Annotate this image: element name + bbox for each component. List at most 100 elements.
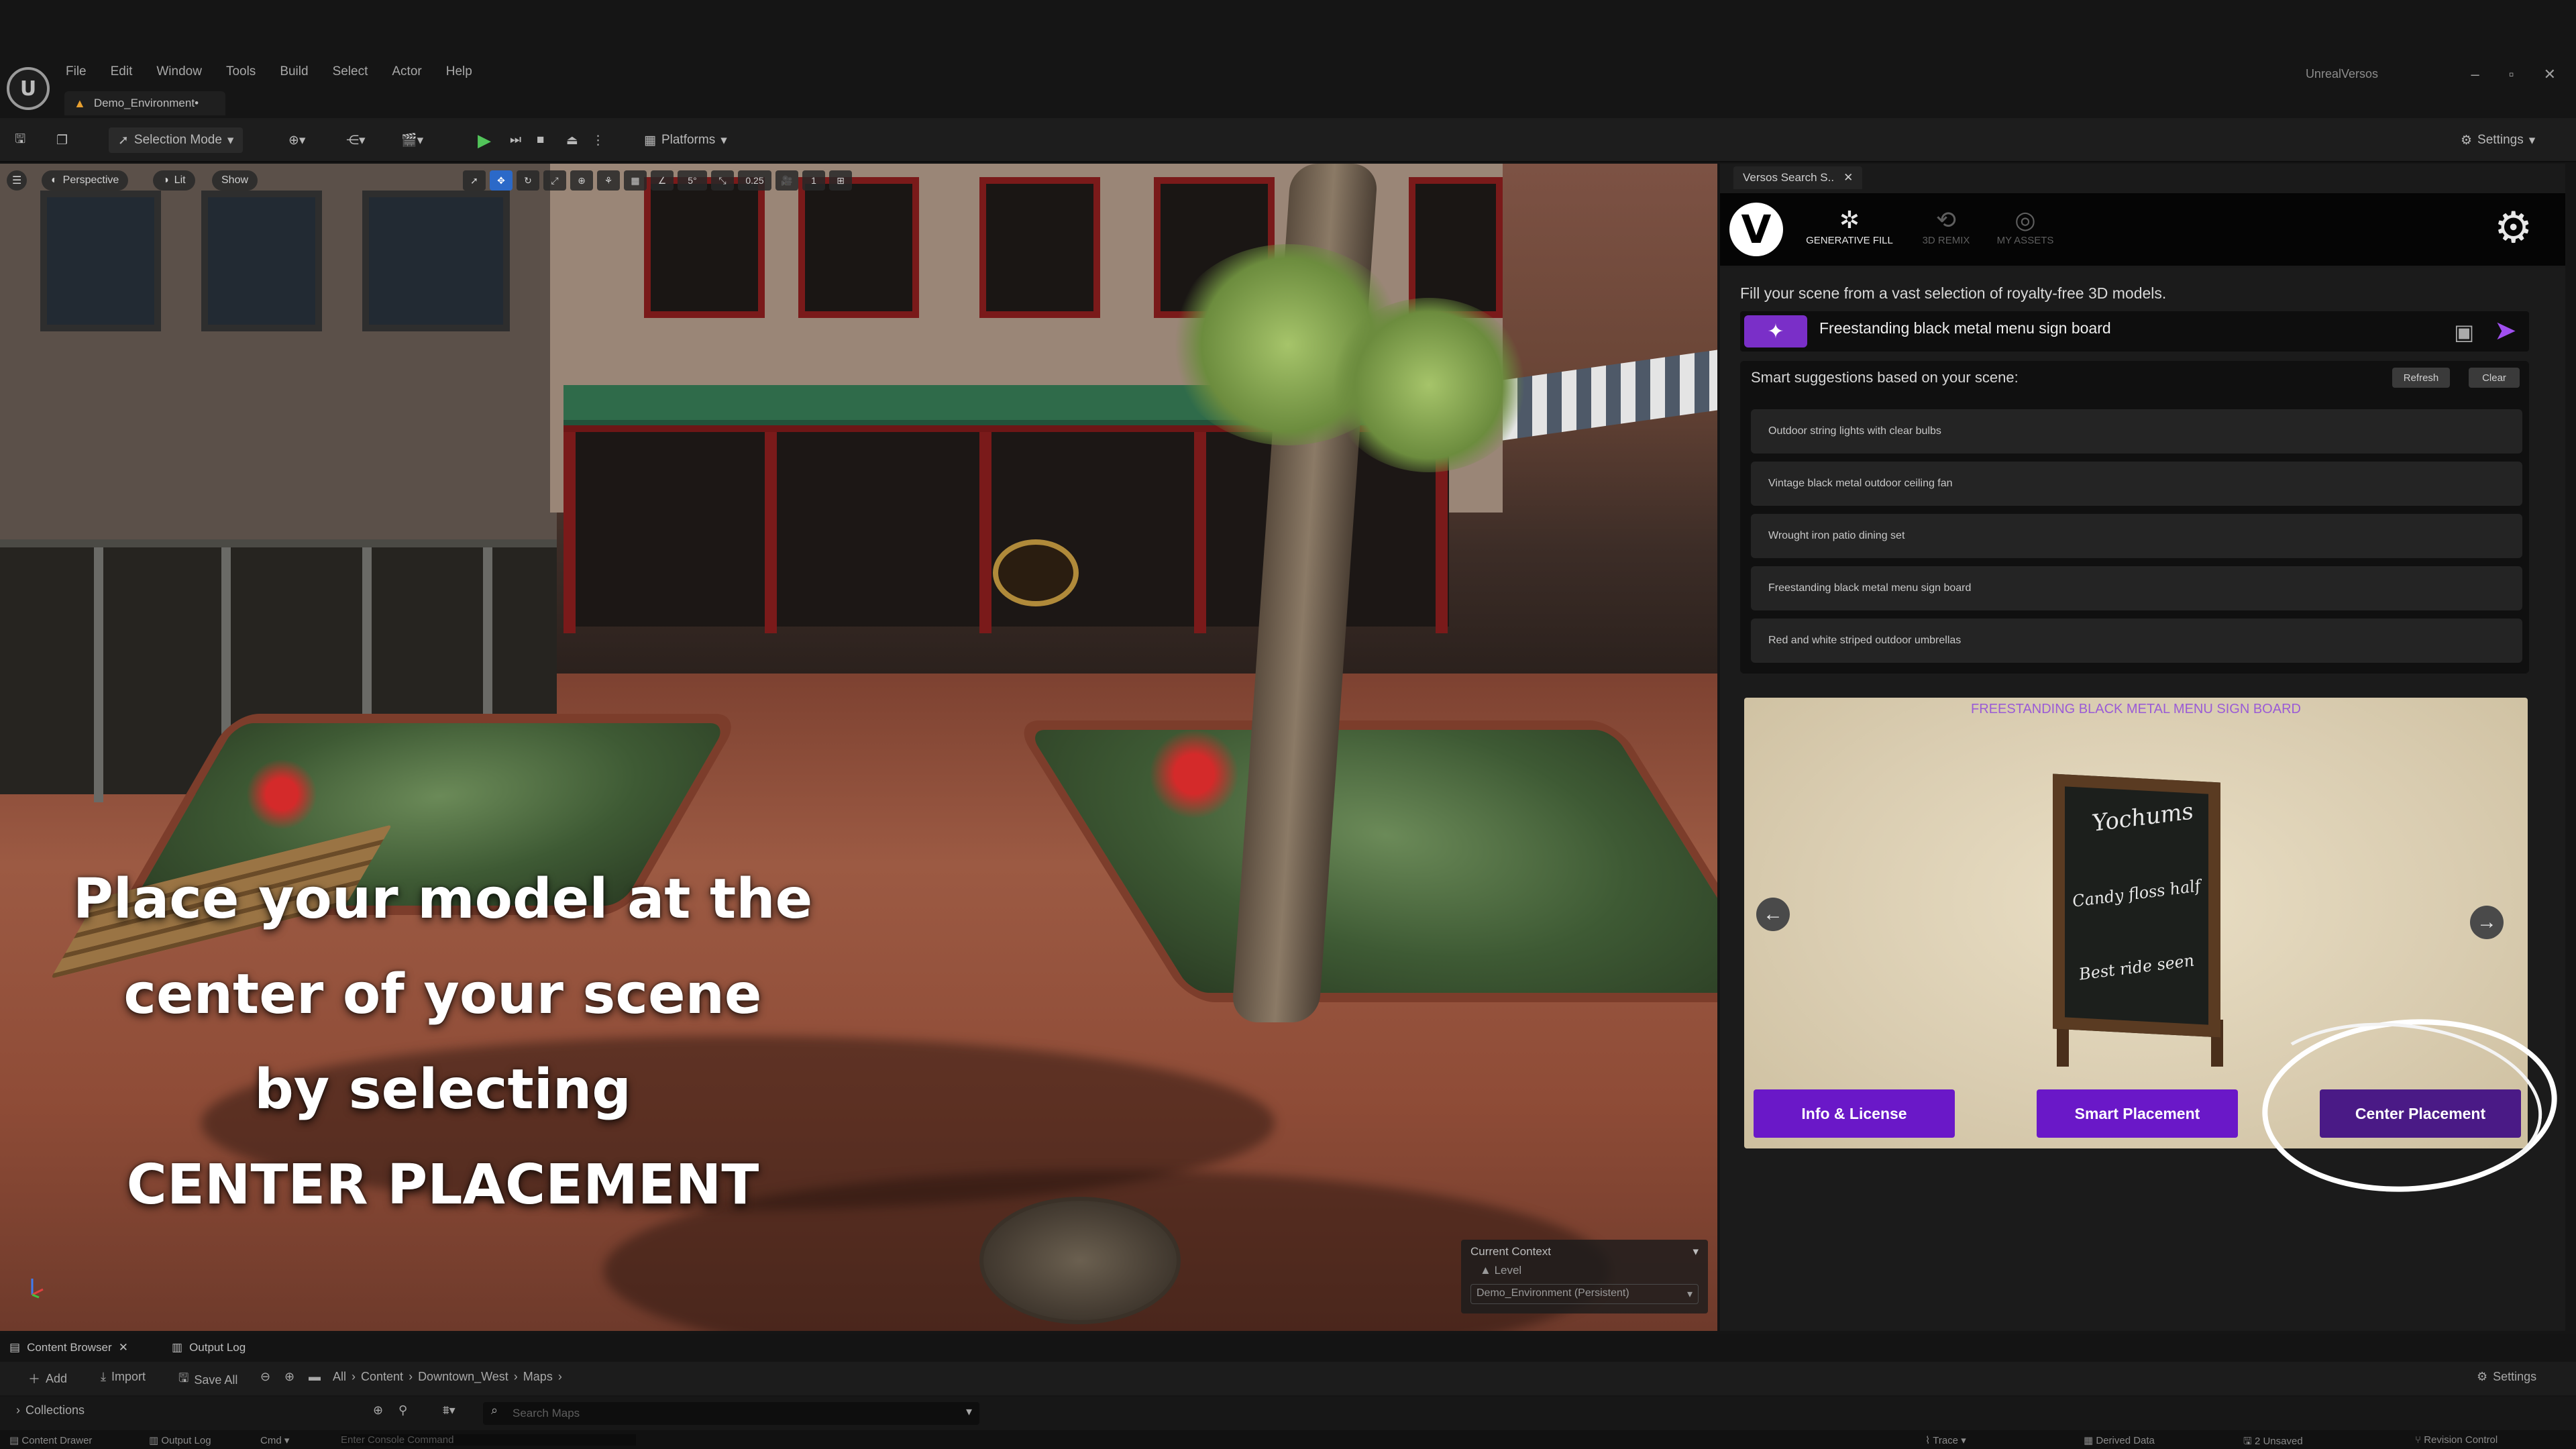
level-dropdown[interactable]: Demo_Environment (Persistent) ▾	[1470, 1284, 1699, 1304]
close-tab-icon[interactable]: ✕	[1843, 171, 1853, 184]
content-drawer-button[interactable]: ▤ Content Drawer	[9, 1434, 92, 1446]
viewport-transform-tools: ➚ ✥ ↻ ⤢ ⊕ ⚘ ▦ ∠ 5° ⤡ 0.25 🎥 1 ⊞	[463, 170, 852, 191]
search-collection-icon[interactable]: ⚲	[398, 1403, 407, 1417]
rotation-snap-icon[interactable]: ∠	[651, 170, 674, 191]
stop-icon[interactable]: ■	[537, 127, 544, 153]
suggestion-item[interactable]: Freestanding black metal menu sign board	[1751, 566, 2522, 610]
close-tab-icon[interactable]: ✕	[119, 1341, 128, 1354]
rotate-tool-icon[interactable]: ↻	[517, 170, 539, 191]
save-icon[interactable]: 🖫	[15, 127, 25, 153]
suggestion-item[interactable]: Red and white striped outdoor umbrellas	[1751, 619, 2522, 663]
platforms-dropdown[interactable]: ▦ Platforms ▾	[644, 127, 727, 153]
select-tool-icon[interactable]: ➚	[463, 170, 486, 191]
history-back-icon[interactable]: ⊖	[260, 1370, 270, 1384]
save-all-button[interactable]: 🖫 Save All	[178, 1370, 237, 1390]
viewport-menu-icon[interactable]: ☰	[7, 170, 28, 191]
cinematics-icon[interactable]: 🎬▾	[401, 127, 423, 153]
step-icon[interactable]: ⏭	[510, 127, 521, 153]
close-window-button[interactable]: ✕	[2544, 66, 2556, 83]
menu-edit[interactable]: Edit	[111, 64, 133, 79]
scale-tool-icon[interactable]: ⤢	[543, 170, 566, 191]
document-tab[interactable]: ▲ Demo_Environment•	[64, 91, 225, 115]
image-upload-icon[interactable]: ▣	[2454, 319, 2474, 345]
camera-speed-value[interactable]: 1	[802, 170, 825, 191]
import-button[interactable]: ⤓ Import	[101, 1370, 146, 1384]
add-actor-icon[interactable]: ⊕▾	[288, 127, 305, 153]
panel-settings-gear-icon[interactable]: ⚙	[2494, 204, 2532, 251]
menu-actor[interactable]: Actor	[392, 64, 421, 79]
scale-snap-icon[interactable]: ⤡	[711, 170, 734, 191]
smart-placement-button[interactable]: Smart Placement	[2037, 1089, 2238, 1138]
suggestion-item[interactable]: Outdoor string lights with clear bulbs	[1751, 409, 2522, 453]
nav-generative-fill[interactable]: ✲ GENERATIVE FILL	[1799, 205, 1900, 246]
rotation-snap-value[interactable]: 5°	[678, 170, 707, 191]
breadcrumb-separator-icon: ›	[557, 1370, 562, 1383]
output-log-button[interactable]: ▥ Output Log	[149, 1434, 211, 1446]
eject-icon[interactable]: ⏏	[566, 127, 578, 153]
refresh-button[interactable]: Refresh	[2392, 368, 2450, 388]
previous-model-button[interactable]: ←	[1756, 898, 1790, 931]
menu-file[interactable]: File	[66, 64, 87, 79]
blueprint-icon[interactable]: ⋲▾	[346, 127, 366, 153]
output-log-tab[interactable]: ▥ Output Log	[172, 1338, 246, 1358]
unreal-logo-icon[interactable]: U	[7, 67, 50, 110]
breadcrumb-item[interactable]: Maps	[523, 1370, 553, 1384]
maximize-button[interactable]: ▫	[2509, 66, 2514, 83]
more-options-icon[interactable]: ⋮	[592, 127, 604, 153]
surface-snap-icon[interactable]: ⚘	[597, 170, 620, 191]
info-license-button[interactable]: Info & License	[1754, 1089, 1955, 1138]
show-dropdown[interactable]: Show	[212, 170, 258, 191]
next-model-button[interactable]: →	[2470, 906, 2504, 939]
clear-button[interactable]: Clear	[2469, 368, 2520, 388]
console-command-input[interactable]: Enter Console Command	[341, 1434, 636, 1446]
search-maps-input[interactable]: Search Maps	[483, 1402, 979, 1425]
suggestion-item[interactable]: Vintage black metal outdoor ceiling fan	[1751, 462, 2522, 506]
add-button[interactable]: ＋ Add	[28, 1370, 67, 1387]
collections-toggle[interactable]: › Collections	[16, 1403, 85, 1417]
platforms-label: Platforms	[661, 133, 716, 147]
world-space-icon[interactable]: ⊕	[570, 170, 593, 191]
chevron-down-icon[interactable]: ▾	[966, 1405, 972, 1419]
maximize-viewport-icon[interactable]: ⊞	[829, 170, 852, 191]
trace-dropdown[interactable]: ⌇ Trace ▾	[1925, 1434, 1966, 1446]
add-collection-icon[interactable]: ⊕	[373, 1403, 383, 1417]
perspective-dropdown[interactable]: ◐ Perspective	[42, 170, 129, 191]
content-browser-tab[interactable]: ▤ Content Browser ✕	[9, 1338, 128, 1358]
send-icon[interactable]: ➤	[2494, 315, 2517, 346]
minimize-button[interactable]: –	[2471, 66, 2479, 83]
content-browser-settings[interactable]: ⚙ Settings	[2477, 1370, 2536, 1384]
scale-snap-value[interactable]: 0.25	[738, 170, 771, 191]
breadcrumb-item[interactable]: Content	[361, 1370, 403, 1384]
menu-select[interactable]: Select	[333, 64, 368, 79]
derived-data-button[interactable]: ▦ Derived Data	[2084, 1434, 2155, 1446]
suggestion-item[interactable]: Wrought iron patio dining set	[1751, 514, 2522, 558]
camera-speed-icon[interactable]: 🎥	[775, 170, 798, 191]
unsaved-button[interactable]: 🖫 2 Unsaved	[2243, 1434, 2303, 1449]
breadcrumb-item[interactable]: Downtown_West	[418, 1370, 508, 1384]
magic-wand-button[interactable]: ✦	[1744, 315, 1807, 347]
breadcrumb-folder-icon[interactable]: ▬	[309, 1370, 321, 1384]
move-tool-icon[interactable]: ✥	[490, 170, 513, 191]
menu-build[interactable]: Build	[280, 64, 308, 79]
content-icon[interactable]: ❐	[56, 127, 68, 153]
selection-mode-dropdown[interactable]: ➚ Selection Mode ▾	[109, 127, 244, 153]
current-context-panel: Current Context ▾ ▲ Level Demo_Environme…	[1461, 1240, 1708, 1313]
filter-icon[interactable]: ⩩▾	[443, 1403, 455, 1417]
settings-dropdown[interactable]: ⚙ Settings ▾	[2461, 127, 2535, 153]
collections-label: Collections	[25, 1403, 85, 1417]
history-forward-icon[interactable]: ⊕	[284, 1370, 294, 1384]
play-button[interactable]: ▶	[478, 127, 491, 153]
cmd-dropdown[interactable]: Cmd ▾	[260, 1434, 289, 1446]
nav-my-assets[interactable]: ◎ MY ASSETS	[1975, 205, 2076, 246]
breadcrumb-item[interactable]: All	[333, 1370, 346, 1384]
revision-control-button[interactable]: ⑂ Revision Control	[2415, 1434, 2498, 1446]
versos-search-tab[interactable]: Versos Search S.. ✕	[1733, 166, 1863, 189]
menu-window[interactable]: Window	[156, 64, 202, 79]
menu-tools[interactable]: Tools	[226, 64, 256, 79]
grid-snap-icon[interactable]: ▦	[624, 170, 647, 191]
log-icon: ▥	[149, 1435, 159, 1446]
chevron-down-icon[interactable]: ▾	[1693, 1245, 1699, 1258]
lit-dropdown[interactable]: ◑ Lit	[153, 170, 195, 191]
prompt-input[interactable]: Freestanding black metal menu sign board	[1819, 319, 2111, 337]
menu-help[interactable]: Help	[446, 64, 472, 79]
